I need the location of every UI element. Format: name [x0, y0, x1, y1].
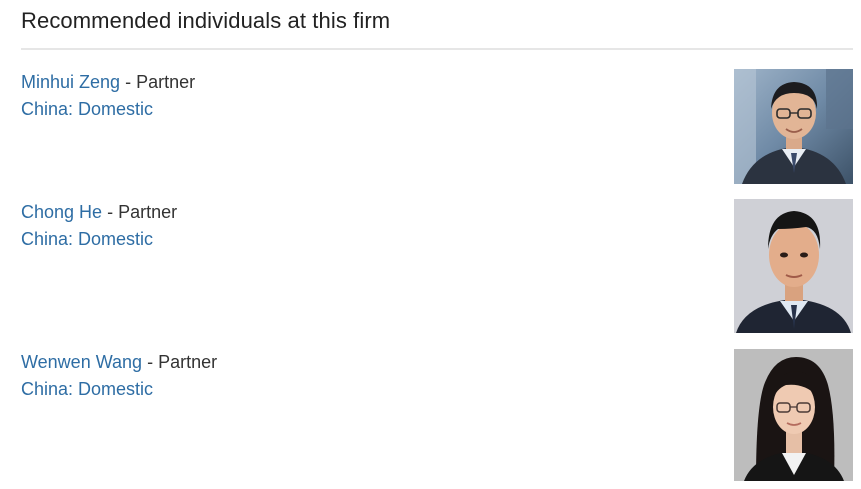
person-practice-line: China: Domestic: [21, 377, 153, 401]
person-role: Partner: [158, 352, 218, 372]
person-role: Partner: [136, 72, 196, 92]
person-practice-line: China: Domestic: [21, 97, 153, 121]
person-name-line: Wenwen Wang - Partner: [21, 350, 217, 374]
person-name-link[interactable]: Chong He: [21, 202, 102, 222]
person-photo[interactable]: [734, 69, 853, 184]
practice-area-link[interactable]: China: Domestic: [21, 379, 153, 399]
portrait-man-suit: [734, 199, 853, 333]
practice-area-link[interactable]: China: Domestic: [21, 99, 153, 119]
person-name-link[interactable]: Minhui Zeng: [21, 72, 120, 92]
portrait-man-glasses: [734, 69, 853, 184]
name-role-separator: -: [102, 202, 119, 222]
recommended-individuals-section: Recommended individuals at this firm Min…: [0, 0, 861, 489]
person-role: Partner: [118, 202, 178, 222]
person-photo[interactable]: [734, 199, 853, 333]
person-photo[interactable]: [734, 349, 853, 481]
portrait-woman-glasses: [734, 349, 853, 481]
person-name-line: Chong He - Partner: [21, 200, 177, 224]
name-role-separator: -: [142, 352, 159, 372]
person-name-line: Minhui Zeng - Partner: [21, 70, 195, 94]
name-role-separator: -: [120, 72, 137, 92]
section-heading: Recommended individuals at this firm: [21, 8, 391, 33]
practice-area-link[interactable]: China: Domestic: [21, 229, 153, 249]
person-name-link[interactable]: Wenwen Wang: [21, 352, 142, 372]
person-practice-line: China: Domestic: [21, 227, 153, 251]
heading-divider: [21, 48, 853, 50]
